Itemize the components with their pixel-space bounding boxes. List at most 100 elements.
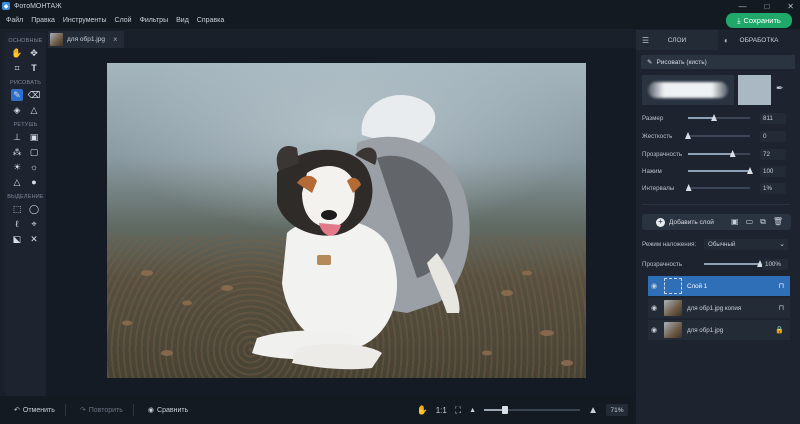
hand-icon[interactable]: ✋ [11, 47, 23, 59]
param-interval: Интервалы 1% [642, 182, 787, 194]
magic-select-icon[interactable]: ⬕ [11, 233, 23, 245]
photo-canvas[interactable] [107, 63, 586, 378]
param-pressure-value[interactable]: 100 [760, 165, 786, 177]
burn-icon[interactable]: ☼ [28, 161, 40, 173]
maximize-icon[interactable]: □ [764, 2, 769, 11]
menu-view[interactable]: Вид [176, 17, 189, 24]
add-layer-label: Добавить слой [669, 218, 714, 226]
menu-help[interactable]: Справка [197, 17, 224, 24]
param-opacity-slider[interactable] [688, 150, 750, 157]
zoom-value[interactable]: 71% [606, 404, 628, 416]
menu-layer[interactable]: Слой [115, 17, 132, 24]
layer-opacity-slider[interactable] [704, 260, 763, 267]
dodge-icon[interactable]: ☀ [11, 161, 23, 173]
hand-pan-icon[interactable]: ✋ [417, 405, 428, 416]
param-hardness-slider[interactable] [685, 132, 750, 139]
sliders-icon: ☰ [642, 35, 650, 45]
lock-icon[interactable]: 🔒 [775, 326, 784, 334]
layer-name: для обр1.jpg копия [687, 304, 742, 312]
rect-select-icon[interactable]: ⬚ [11, 203, 23, 215]
menu-tools[interactable]: Инструменты [63, 17, 107, 24]
visibility-eye-icon[interactable]: ◉ [651, 326, 659, 334]
crop-icon[interactable]: ⌗ [11, 62, 23, 74]
param-pressure-slider[interactable] [688, 167, 753, 174]
param-size-slider[interactable] [688, 114, 750, 121]
menu-edit[interactable]: Правка [31, 17, 55, 24]
shapes-icon[interactable]: △ [28, 104, 40, 116]
param-hardness-label: Жесткость [642, 132, 673, 140]
patch-icon[interactable]: ▣ [28, 131, 40, 143]
zoom-out-icon[interactable]: ▲ [469, 407, 476, 414]
blend-mode-select[interactable]: Обычный ⌄ [704, 238, 788, 250]
magic-wand-icon[interactable]: ✕ [28, 233, 40, 245]
eyedropper-icon[interactable]: ✒ [776, 83, 784, 94]
param-opacity-value[interactable]: 72 [760, 148, 786, 160]
zoom-controls: ✋ 1:1 ⛶ ▲ ▲ 71% [417, 396, 628, 424]
param-size-value[interactable]: 811 [760, 112, 786, 124]
ellipse-select-icon[interactable]: ◯ [28, 203, 40, 215]
text-icon[interactable]: T [28, 62, 40, 74]
zoom-slider-handle[interactable] [501, 406, 508, 414]
fill-icon[interactable]: ◈ [11, 104, 23, 116]
menu-bar: Файл Правка Инструменты Слой Фильтры Вид… [0, 12, 800, 29]
brush-color-swatch[interactable] [738, 75, 771, 105]
folder-icon[interactable]: ▭ [746, 217, 754, 227]
zoom-in-icon[interactable]: ▲ [588, 405, 598, 416]
image-layer-icon[interactable]: ▣ [731, 217, 739, 227]
menu-file[interactable]: Файл [6, 17, 23, 24]
sharpen-icon[interactable]: △ [11, 176, 23, 188]
canvas-area[interactable] [46, 48, 636, 396]
tab-layers[interactable]: ☰ СЛОИ [636, 30, 718, 50]
trash-icon[interactable]: 🗑 [773, 217, 783, 227]
brush-header-label: Рисовать (кисть) [656, 58, 707, 66]
param-pressure: Нажим 100 [642, 165, 787, 177]
param-hardness: Жесткость 0 [642, 130, 787, 142]
param-interval-value[interactable]: 1% [760, 182, 786, 194]
actual-size-button[interactable]: 1:1 [436, 406, 447, 415]
param-hardness-value[interactable]: 0 [760, 130, 786, 142]
undo-button[interactable]: ↶ Отменить [14, 406, 55, 415]
layer-item[interactable]: ◉ Слой 1 ⊓ [648, 276, 790, 296]
layer-item[interactable]: ◉ для обр1.jpg копия ⊓ [648, 298, 790, 318]
menu-filters[interactable]: Фильтры [140, 17, 169, 24]
unlock-icon[interactable]: ⊓ [779, 282, 784, 290]
visibility-eye-icon[interactable]: ◉ [651, 304, 659, 312]
brush-header: ✎ Рисовать (кисть) [641, 55, 795, 69]
layer-opacity-value[interactable]: 100% [762, 258, 788, 270]
tool-section-title: РЕТУШЬ [13, 122, 38, 128]
brush-icon[interactable]: ✎ [11, 89, 23, 101]
tab-processing[interactable]: ◐ ОБРАБОТКА [718, 30, 800, 50]
layer-thumbnail [664, 322, 682, 338]
unlock-icon[interactable]: ⊓ [779, 304, 784, 312]
stamp-icon[interactable]: ⊥ [11, 131, 23, 143]
redo-label: Повторить [88, 406, 123, 414]
close-icon[interactable]: ✕ [787, 2, 794, 11]
minimize-icon[interactable]: — [738, 2, 746, 11]
duplicate-icon[interactable]: ⧉ [760, 217, 766, 227]
layer-name: для обр1.jpg [687, 326, 724, 334]
redo-button[interactable]: ↷ Повторить [80, 406, 123, 415]
document-tab[interactable]: для обр1.jpg × [48, 31, 124, 48]
pattern-icon[interactable]: ⁂ [11, 146, 23, 158]
frame-icon[interactable]: ▢ [28, 146, 40, 158]
blur-icon[interactable]: ● [28, 176, 40, 188]
blend-mode-value: Обычный [708, 240, 736, 248]
param-interval-label: Интервалы [642, 184, 675, 192]
move-icon[interactable]: ✥ [28, 47, 40, 59]
divider [642, 204, 790, 205]
lasso-icon[interactable]: ℓ [11, 218, 23, 230]
fit-screen-icon[interactable]: ⛶ [455, 405, 461, 416]
save-button[interactable]: ⤓ Сохранить [726, 13, 792, 28]
zoom-slider[interactable] [484, 406, 581, 414]
close-tab-icon[interactable]: × [113, 35, 118, 44]
layer-item[interactable]: ◉ для обр1.jpg 🔒 [648, 320, 790, 340]
eye-icon: ◉ [147, 407, 155, 414]
visibility-eye-icon[interactable]: ◉ [651, 282, 659, 290]
tab-layers-label: СЛОИ [667, 36, 687, 44]
param-interval-slider[interactable] [685, 184, 750, 191]
eraser-icon[interactable]: ⌫ [28, 89, 41, 101]
add-layer-button[interactable]: + Добавить слой [656, 217, 714, 227]
compare-button[interactable]: ◉ Сравнить [147, 406, 188, 415]
poly-lasso-icon[interactable]: ⌖ [28, 218, 40, 230]
tool-section-title: ОСНОВНЫЕ [8, 38, 43, 44]
